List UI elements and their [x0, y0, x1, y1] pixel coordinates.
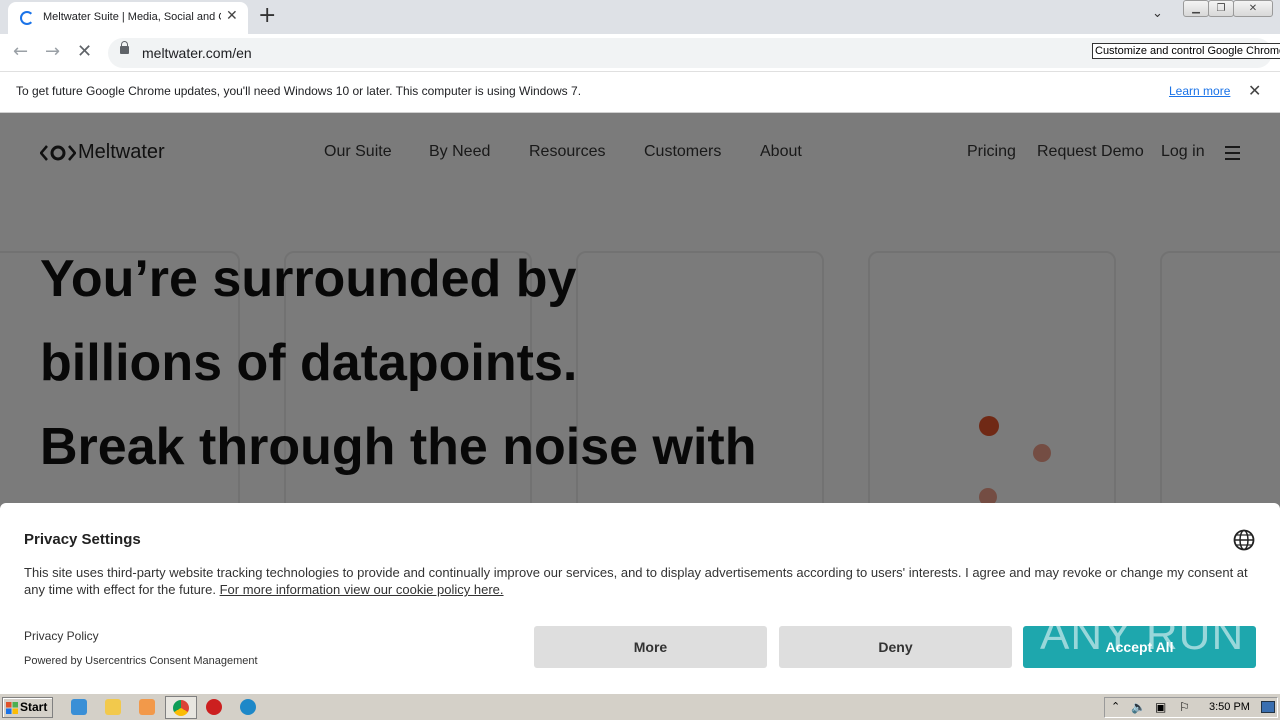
stop-loading-icon[interactable]: ✕: [77, 41, 92, 62]
cookie-policy-link[interactable]: For more information view our cookie pol…: [220, 582, 504, 597]
update-infobar: To get future Google Chrome updates, you…: [0, 72, 1280, 113]
more-button[interactable]: More: [534, 626, 767, 668]
back-arrow-icon[interactable]: ←: [13, 41, 28, 62]
explorer-folder-icon[interactable]: [105, 699, 121, 715]
volume-icon[interactable]: 🔈: [1131, 700, 1146, 714]
infobar-close-icon[interactable]: ✕: [1248, 81, 1261, 100]
privacy-policy-link[interactable]: Privacy Policy: [24, 629, 99, 643]
menu-tooltip: Customize and control Google Chrome: [1092, 43, 1280, 59]
tab-close-icon[interactable]: ✕: [226, 8, 238, 24]
tray-expand-icon[interactable]: ⌃: [1111, 700, 1120, 713]
url-text: meltwater.com/en: [142, 45, 252, 61]
language-globe-icon[interactable]: [1233, 529, 1255, 551]
system-tray: ⌃ 🔈 ▣ ⚐: [1104, 697, 1278, 718]
lock-icon: [120, 41, 129, 54]
ie-icon[interactable]: [71, 699, 87, 715]
tab-strip: Meltwater Suite | Media, Social and Cons…: [0, 0, 1280, 34]
minimize-button[interactable]: ▁: [1183, 0, 1209, 17]
infobar-message: To get future Google Chrome updates, you…: [16, 84, 582, 98]
browser-tab[interactable]: Meltwater Suite | Media, Social and Cons…: [8, 2, 248, 34]
tab-search-chevron-icon[interactable]: ⌄: [1152, 6, 1163, 21]
loading-spinner-icon: [20, 11, 34, 25]
privacy-settings-dialog: Privacy Settings This site uses third-pa…: [0, 503, 1280, 693]
show-desktop-icon[interactable]: [1261, 701, 1275, 713]
chrome-icon: [173, 700, 189, 716]
maximize-button[interactable]: ❐: [1208, 0, 1234, 17]
forward-arrow-icon[interactable]: →: [45, 41, 60, 62]
anyrun-watermark: ANY RUN: [1040, 610, 1245, 659]
taskbar-chrome-item[interactable]: [165, 696, 197, 719]
clock: 3:50 PM: [1209, 701, 1250, 713]
media-player-icon[interactable]: [139, 699, 155, 715]
windows-taskbar: Start ⌃ 🔈 ▣ ⚐ 3:50 PM: [0, 693, 1280, 720]
privacy-body: This site uses third-party website track…: [24, 564, 1254, 598]
start-label: Start: [20, 700, 48, 714]
deny-button[interactable]: Deny: [779, 626, 1012, 668]
network-icon[interactable]: ▣: [1155, 700, 1166, 714]
opera-icon[interactable]: [206, 699, 222, 715]
edge-icon[interactable]: [240, 699, 256, 715]
new-tab-button[interactable]: +: [258, 3, 276, 28]
start-button[interactable]: Start: [2, 697, 53, 718]
windows-flag-icon: [6, 702, 18, 714]
powered-by-text: Powered by Usercentrics Consent Manageme…: [24, 655, 258, 667]
browser-toolbar: ← → ✕ meltwater.com/en: [0, 34, 1280, 72]
learn-more-link[interactable]: Learn more: [1169, 84, 1230, 98]
tab-title: Meltwater Suite | Media, Social and Cons…: [43, 11, 221, 23]
window-close-button[interactable]: ✕: [1233, 0, 1273, 17]
privacy-body-text: This site uses third-party website track…: [24, 565, 1248, 597]
action-center-flag-icon[interactable]: ⚐: [1179, 700, 1190, 714]
privacy-title: Privacy Settings: [24, 531, 141, 548]
